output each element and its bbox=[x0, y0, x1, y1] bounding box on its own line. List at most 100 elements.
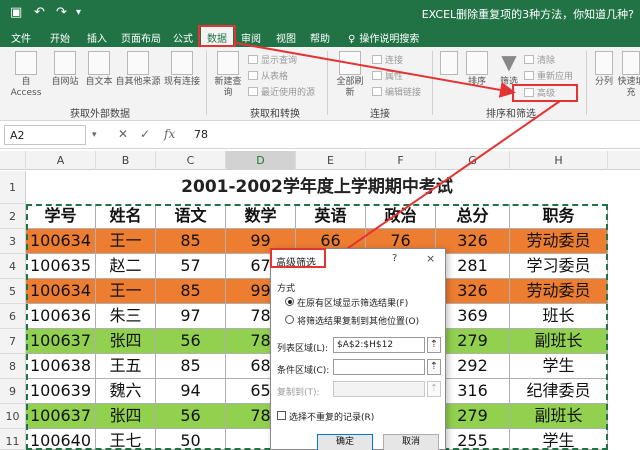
tab-file[interactable]: 文件 bbox=[11, 30, 31, 45]
advanced-filter-button[interactable]: 高级 bbox=[524, 86, 555, 99]
header-cell-english[interactable]: 英语 bbox=[296, 204, 366, 229]
flash-fill-button[interactable]: 快速填充 bbox=[616, 51, 640, 99]
from-text-button[interactable]: 自文本 bbox=[82, 51, 116, 88]
sort-az-button[interactable] bbox=[436, 51, 462, 77]
cell-chinese[interactable]: 56 bbox=[156, 404, 226, 429]
header-cell-politics[interactable]: 政治 bbox=[366, 204, 436, 229]
header-cell-student-id[interactable]: 学号 bbox=[26, 204, 96, 229]
header-cell-math[interactable]: 数学 bbox=[226, 204, 296, 229]
column-header-g[interactable]: G bbox=[436, 151, 510, 170]
unique-records-label[interactable]: 选择不重复的记录(R) bbox=[289, 410, 374, 423]
save-icon[interactable]: ▣ bbox=[10, 5, 22, 20]
cell-total[interactable]: 326 bbox=[436, 279, 510, 304]
existing-connections-button[interactable]: 现有连接 bbox=[162, 51, 202, 88]
tab-review[interactable]: 审阅 bbox=[241, 30, 261, 45]
header-cell-total[interactable]: 总分 bbox=[436, 204, 510, 229]
cell-total[interactable]: 369 bbox=[436, 304, 510, 329]
customize-toolbar-icon[interactable]: ▾ bbox=[76, 7, 81, 18]
cell-role[interactable]: 副班长 bbox=[510, 404, 608, 429]
cell-student-id[interactable]: 100634 bbox=[26, 279, 96, 304]
cell-role[interactable]: 学生 bbox=[510, 429, 608, 450]
cell-chinese[interactable]: 85 bbox=[156, 279, 226, 304]
reapply-button[interactable]: 重新应用 bbox=[524, 69, 573, 82]
cell-role[interactable]: 学习委员 bbox=[510, 254, 608, 279]
undo-icon[interactable]: ↶ bbox=[34, 5, 45, 20]
refresh-all-button[interactable]: 全部刷新 bbox=[333, 51, 367, 99]
cell-role[interactable]: 学生 bbox=[510, 354, 608, 379]
cell-chinese[interactable]: 85 bbox=[156, 354, 226, 379]
tab-insert[interactable]: 插入 bbox=[87, 30, 107, 45]
help-icon[interactable]: ? bbox=[392, 253, 397, 264]
name-box-dropdown-icon[interactable]: ▾ bbox=[92, 130, 97, 140]
insert-function-icon[interactable]: fx bbox=[164, 127, 175, 141]
criteria-range-picker-icon[interactable]: ⇡ bbox=[427, 359, 441, 375]
cell-name[interactable]: 王七 bbox=[96, 429, 156, 450]
cell-name[interactable]: 王五 bbox=[96, 354, 156, 379]
tell-me-search[interactable]: ♀ 操作说明搜索 bbox=[348, 30, 419, 45]
option-copy-label[interactable]: 将筛选结果复制到其他位置(O) bbox=[297, 314, 419, 327]
recent-sources-button[interactable]: 最近使用的源 bbox=[248, 85, 315, 98]
radio-filter-in-place[interactable] bbox=[285, 297, 294, 306]
tab-data[interactable]: 数据 bbox=[201, 27, 233, 47]
cell-role[interactable]: 班长 bbox=[510, 304, 608, 329]
copy-to-picker-icon[interactable]: ⇡ bbox=[427, 381, 441, 397]
cell-student-id[interactable]: 100637 bbox=[26, 329, 96, 354]
sort-button[interactable]: 排序 bbox=[462, 51, 492, 88]
cell-student-id[interactable]: 100636 bbox=[26, 304, 96, 329]
cell-chinese[interactable]: 50 bbox=[156, 429, 226, 450]
redo-icon[interactable]: ↷ bbox=[56, 5, 67, 20]
column-header-b[interactable]: B bbox=[96, 151, 156, 170]
cell-student-id[interactable]: 100635 bbox=[26, 254, 96, 279]
cell-name[interactable]: 王一 bbox=[96, 279, 156, 304]
cell-total[interactable]: 316 bbox=[436, 379, 510, 404]
from-other-sources-button[interactable]: 自其他来源 bbox=[114, 51, 162, 88]
select-all-corner[interactable] bbox=[0, 151, 26, 170]
cell-chinese[interactable]: 56 bbox=[156, 329, 226, 354]
cell-student-id[interactable]: 100639 bbox=[26, 379, 96, 404]
radio-copy-to-location[interactable] bbox=[285, 315, 294, 324]
column-header-a[interactable]: A bbox=[26, 151, 96, 170]
cell-name[interactable]: 赵二 bbox=[96, 254, 156, 279]
header-cell-role[interactable]: 职务 bbox=[510, 204, 608, 229]
edit-links-button[interactable]: 编辑链接 bbox=[372, 85, 421, 98]
cell-role[interactable]: 劳动委员 bbox=[510, 279, 608, 304]
close-icon[interactable]: × bbox=[426, 252, 435, 265]
tab-page-layout[interactable]: 页面布局 bbox=[121, 30, 161, 45]
row-header-2[interactable]: 2 bbox=[0, 204, 26, 229]
from-web-button[interactable]: 自网站 bbox=[48, 51, 82, 88]
cell-name[interactable]: 张四 bbox=[96, 404, 156, 429]
sheet-title-cell[interactable]: 2001-2002学年度上学期期中考试 bbox=[26, 171, 608, 203]
copy-to-input[interactable] bbox=[333, 381, 425, 397]
from-access-button[interactable]: 自 Access bbox=[6, 51, 46, 99]
criteria-range-input[interactable] bbox=[333, 359, 425, 375]
cell-total[interactable]: 281 bbox=[436, 254, 510, 279]
row-header-9[interactable]: 9 bbox=[0, 379, 26, 404]
new-query-button[interactable]: 新建查询 bbox=[212, 51, 244, 99]
column-header-f[interactable]: F bbox=[366, 151, 436, 170]
header-cell-name[interactable]: 姓名 bbox=[96, 204, 156, 229]
cell-name[interactable]: 魏六 bbox=[96, 379, 156, 404]
cell-total[interactable]: 279 bbox=[436, 404, 510, 429]
tab-home[interactable]: 开始 bbox=[50, 30, 70, 45]
column-header-h[interactable]: H bbox=[510, 151, 608, 170]
cell-total[interactable]: 255 bbox=[436, 429, 510, 450]
column-header-c[interactable]: C bbox=[156, 151, 226, 170]
cell-chinese[interactable]: 94 bbox=[156, 379, 226, 404]
row-header-4[interactable]: 4 bbox=[0, 254, 26, 279]
list-range-picker-icon[interactable]: ⇡ bbox=[427, 337, 441, 353]
enter-icon[interactable]: ✓ bbox=[140, 127, 150, 141]
row-header-11[interactable]: 11 bbox=[0, 429, 26, 450]
properties-button[interactable]: 属性 bbox=[372, 69, 403, 82]
name-box[interactable]: A2 bbox=[4, 125, 86, 145]
tab-view[interactable]: 视图 bbox=[276, 30, 296, 45]
cell-name[interactable]: 王一 bbox=[96, 229, 156, 254]
formula-input[interactable]: 78 bbox=[188, 125, 636, 145]
header-cell-chinese[interactable]: 语文 bbox=[156, 204, 226, 229]
tab-formulas[interactable]: 公式 bbox=[173, 30, 193, 45]
text-to-columns-button[interactable]: 分列 bbox=[592, 51, 616, 88]
cell-student-id[interactable]: 100634 bbox=[26, 229, 96, 254]
unique-records-checkbox[interactable] bbox=[277, 411, 286, 420]
connections-button[interactable]: 连接 bbox=[372, 53, 403, 66]
cancel-button[interactable]: 取消 bbox=[383, 434, 439, 450]
cell-role[interactable]: 劳动委员 bbox=[510, 229, 608, 254]
